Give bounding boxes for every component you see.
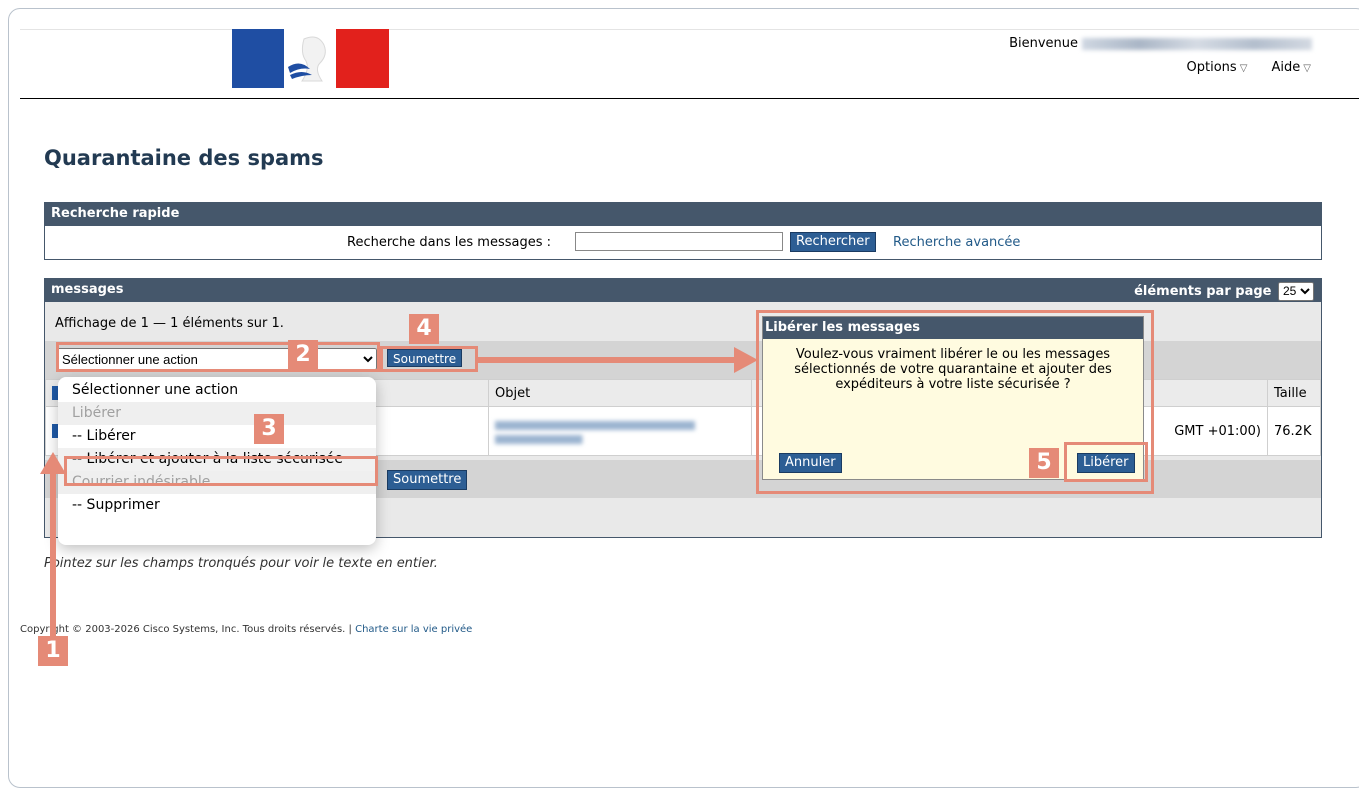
step-badge-1: 1 [38, 636, 68, 666]
quick-search-panel: Recherche dans les messages : Rechercher… [44, 226, 1322, 260]
options-caret-icon: ▽ [1239, 63, 1248, 74]
header-menu: Options ▽ Aide ▽ [1167, 60, 1311, 75]
step-badge-4: 4 [409, 314, 439, 344]
step-badge-5: 5 [1029, 448, 1059, 478]
copyright: Copyright © 2003-2026 Cisco Systems, Inc… [20, 624, 473, 635]
highlight-action-select [56, 342, 380, 372]
messages-header: messages éléments par page 25 [44, 278, 1322, 302]
highlight-dropdown-option [64, 456, 378, 486]
display-count: Affichage de 1 — 1 éléments sur 1. [55, 316, 284, 331]
welcome-text: Bienvenue [1009, 36, 1312, 51]
step-4-arrow-line [478, 357, 740, 363]
options-menu[interactable]: Options ▽ [1177, 60, 1248, 75]
per-page-control: éléments par page 25 [1134, 280, 1314, 304]
dropdown-group-liberer: Libérer [58, 402, 376, 425]
aide-caret-icon: ▽ [1303, 63, 1311, 74]
step-1-arrow-line [50, 470, 56, 636]
advanced-search-link[interactable]: Recherche avancée [893, 235, 1020, 250]
subject-cell[interactable] [488, 406, 752, 456]
size-cell: 76.2K [1267, 406, 1321, 456]
dropdown-item-supprimer[interactable]: -- Supprimer [58, 494, 376, 517]
privacy-link[interactable]: Charte sur la vie privée [355, 624, 472, 635]
per-page-select[interactable]: 25 [1278, 281, 1314, 301]
dropdown-item-liberer[interactable]: -- Libérer [58, 425, 376, 448]
step-1-arrow-head-icon [40, 452, 66, 474]
truncation-hint: Pointez sur les champs tronqués pour voi… [44, 556, 438, 571]
dropdown-item-select-action[interactable]: Sélectionner une action [58, 379, 376, 402]
user-email-redacted [1082, 37, 1312, 50]
search-button[interactable]: Rechercher [790, 232, 876, 252]
search-input[interactable] [575, 232, 783, 251]
step-badge-3: 3 [254, 414, 284, 444]
highlight-confirm-button [1064, 442, 1148, 482]
top-divider [20, 29, 1359, 30]
messages-title: messages [51, 282, 124, 297]
aide-menu[interactable]: Aide ▽ [1262, 60, 1311, 75]
republique-logo [232, 29, 389, 88]
step-badge-2: 2 [288, 340, 318, 370]
submit-button-bottom[interactable]: Soumettre [387, 470, 468, 490]
step-4-arrow-head-icon [734, 347, 758, 373]
quick-search-header: Recherche rapide [44, 202, 1322, 226]
subject-redacted [495, 417, 745, 445]
column-objet: Objet [488, 379, 752, 407]
highlight-submit-button [380, 346, 478, 372]
page-title: Quarantaine des spams [44, 146, 324, 170]
column-taille: Taille [1267, 379, 1321, 407]
search-label: Recherche dans les messages : [347, 235, 551, 250]
header-divider [20, 98, 1359, 99]
